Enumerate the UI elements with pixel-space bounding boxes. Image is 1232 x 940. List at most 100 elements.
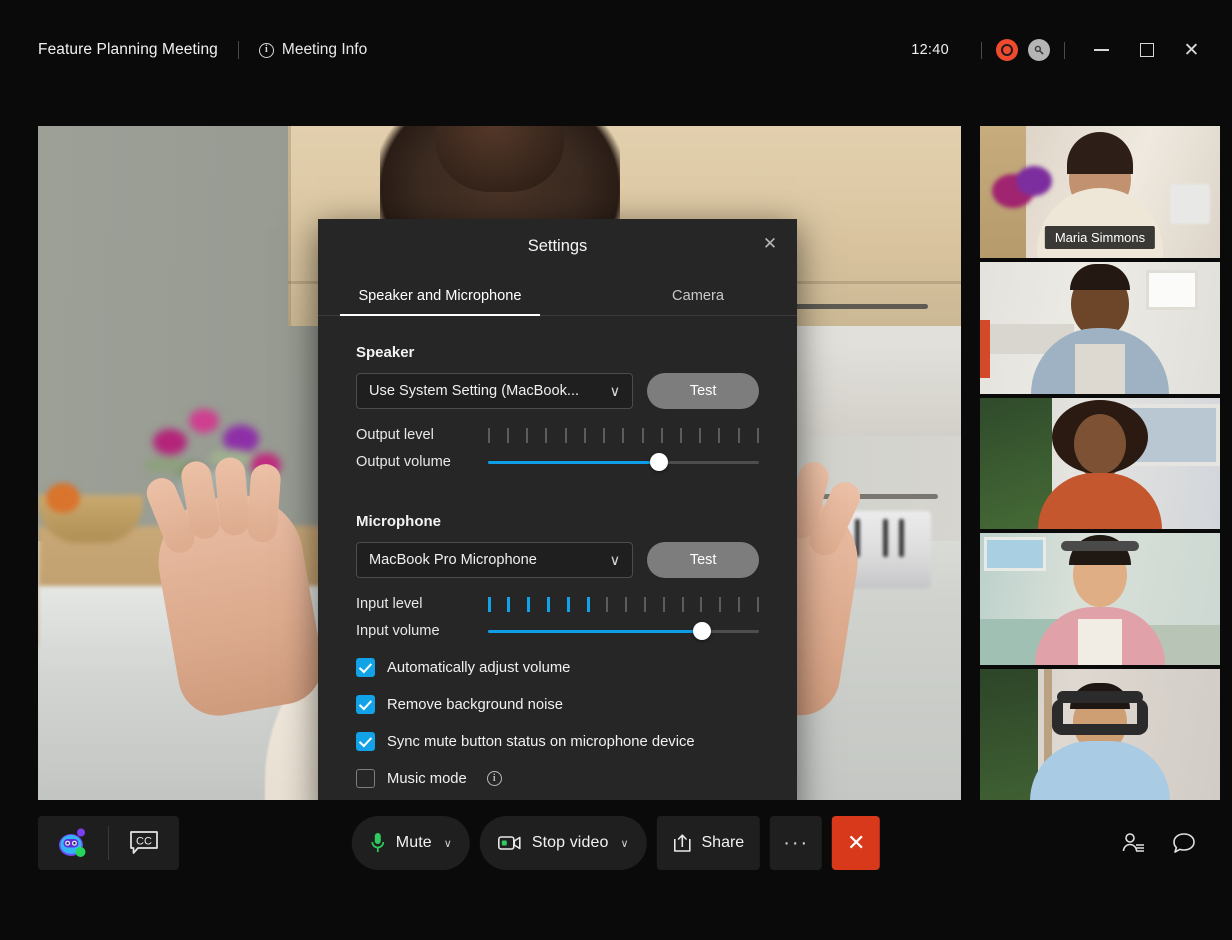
meeting-info-label: Meeting Info xyxy=(282,41,367,59)
output-level-meter xyxy=(488,428,759,443)
microphone-test-label: Test xyxy=(690,552,717,568)
chevron-down-icon[interactable]: ∨ xyxy=(444,837,452,850)
output-volume-row: Output volume xyxy=(356,453,759,471)
level-tick xyxy=(738,597,740,612)
participant-name-tag: Maria Simmons xyxy=(1045,226,1155,249)
level-tick xyxy=(699,428,701,443)
level-tick xyxy=(567,597,570,612)
microphone-device-row: MacBook Pro Microphone ∨ Test xyxy=(356,542,759,578)
participant-tile[interactable] xyxy=(980,533,1220,665)
title-bar-left: Feature Planning Meeting i Meeting Info xyxy=(0,41,367,59)
microphone-option-row[interactable]: Sync mute button status on microphone de… xyxy=(356,732,759,751)
tile-decor xyxy=(1075,344,1125,394)
checkbox-unchecked-icon[interactable] xyxy=(356,769,375,788)
svg-text:CC: CC xyxy=(136,836,152,848)
level-tick xyxy=(663,597,665,612)
bottom-right-group xyxy=(1110,816,1208,870)
level-tick xyxy=(718,428,720,443)
level-tick xyxy=(642,428,644,443)
window-minimize-button[interactable] xyxy=(1079,30,1124,70)
share-button[interactable]: Share xyxy=(657,816,761,870)
close-icon: ✕ xyxy=(763,235,777,252)
microphone-device-select[interactable]: MacBook Pro Microphone ∨ xyxy=(356,542,633,578)
tile-window xyxy=(984,537,1046,571)
checkbox-checked-icon[interactable] xyxy=(356,695,375,714)
level-tick xyxy=(507,428,509,443)
level-tick xyxy=(603,428,605,443)
microphone-test-button[interactable]: Test xyxy=(647,542,759,578)
dialog-close-button[interactable]: ✕ xyxy=(755,228,785,258)
title-divider-3 xyxy=(1064,42,1065,59)
participant-tile[interactable] xyxy=(980,398,1220,530)
level-tick xyxy=(587,597,590,612)
bottom-left-group: CC xyxy=(38,816,179,870)
slider-knob[interactable] xyxy=(693,622,711,640)
output-volume-slider[interactable] xyxy=(488,453,759,471)
center-controls: Mute ∨ Stop video ∨ Share ··· ✕ xyxy=(352,816,880,870)
participant-tile[interactable]: Maria Simmons xyxy=(980,126,1220,258)
more-options-button[interactable]: ··· xyxy=(770,816,822,870)
ai-assistant-icon xyxy=(56,827,90,859)
settings-body: Speaker Use System Setting (MacBook... ∨… xyxy=(318,316,797,788)
mute-button[interactable]: Mute ∨ xyxy=(352,816,470,870)
level-tick xyxy=(700,597,702,612)
microphone-option-row[interactable]: Remove background noise xyxy=(356,695,759,714)
microphone-option-row[interactable]: Music modei xyxy=(356,769,759,788)
checkbox-checked-icon[interactable] xyxy=(356,658,375,677)
level-tick xyxy=(606,597,608,612)
window-close-button[interactable]: ✕ xyxy=(1169,30,1214,70)
microphone-option-row[interactable]: Automatically adjust volume xyxy=(356,658,759,677)
level-tick xyxy=(488,597,491,612)
closed-captions-button[interactable]: CC xyxy=(109,816,179,870)
video-orange xyxy=(46,483,80,513)
tile-decor xyxy=(980,320,990,378)
settings-dialog: Settings ✕ Speaker and Microphone Camera… xyxy=(318,219,797,821)
chevron-down-icon: ∨ xyxy=(610,383,621,400)
stop-video-button[interactable]: Stop video ∨ xyxy=(480,816,647,870)
tile-plant xyxy=(980,669,1038,801)
microphone-option-label: Automatically adjust volume xyxy=(387,660,570,676)
level-tick xyxy=(545,428,547,443)
input-level-label: Input level xyxy=(356,596,488,612)
speaker-test-button[interactable]: Test xyxy=(647,373,759,409)
stop-video-label: Stop video xyxy=(532,834,609,852)
participants-button[interactable] xyxy=(1110,816,1158,870)
level-tick xyxy=(682,597,684,612)
level-tick xyxy=(680,428,682,443)
slider-knob[interactable] xyxy=(650,453,668,471)
window-maximize-button[interactable] xyxy=(1124,30,1169,70)
chat-button[interactable] xyxy=(1160,816,1208,870)
record-icon[interactable] xyxy=(996,39,1018,61)
input-volume-row: Input volume xyxy=(356,622,759,640)
leave-meeting-button[interactable]: ✕ xyxy=(832,816,880,870)
maximize-icon xyxy=(1140,43,1154,57)
ai-assistant-button[interactable] xyxy=(38,816,108,870)
microphone-options: Automatically adjust volume Remove backgr… xyxy=(356,658,759,788)
checkbox-checked-icon[interactable] xyxy=(356,732,375,751)
info-icon: i xyxy=(259,43,274,58)
camera-icon xyxy=(498,834,522,852)
video-person-hair xyxy=(436,126,564,192)
participant-tile[interactable] xyxy=(980,262,1220,394)
encryption-key-icon[interactable] xyxy=(1028,39,1050,61)
info-icon[interactable]: i xyxy=(487,771,502,786)
title-divider xyxy=(238,41,239,59)
title-bar-right: 12:40 ✕ xyxy=(911,30,1232,70)
tile-decor xyxy=(1078,619,1122,665)
speaker-device-select[interactable]: Use System Setting (MacBook... ∨ xyxy=(356,373,633,409)
meeting-title: Feature Planning Meeting xyxy=(38,41,218,59)
closed-captions-icon: CC xyxy=(129,830,159,856)
level-tick xyxy=(565,428,567,443)
tab-camera[interactable]: Camera xyxy=(598,280,798,315)
input-volume-slider[interactable] xyxy=(488,622,759,640)
level-tick xyxy=(738,428,740,443)
tab-speaker-and-microphone[interactable]: Speaker and Microphone xyxy=(340,280,540,315)
output-level-row: Output level xyxy=(356,427,759,443)
level-tick xyxy=(547,597,550,612)
participant-tile[interactable] xyxy=(980,669,1220,801)
chevron-down-icon[interactable]: ∨ xyxy=(620,837,628,850)
level-tick xyxy=(507,597,510,612)
meeting-info-button[interactable]: i Meeting Info xyxy=(259,41,367,59)
share-icon xyxy=(673,833,692,853)
microphone-option-label: Sync mute button status on microphone de… xyxy=(387,734,695,750)
